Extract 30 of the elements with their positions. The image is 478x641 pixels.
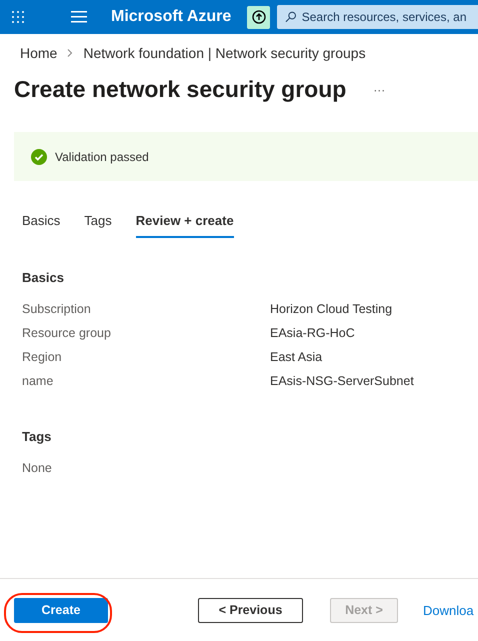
search-field[interactable]: Search resources, services, an <box>277 5 478 29</box>
breadcrumb-link[interactable]: Home <box>20 45 58 61</box>
tab[interactable]: Tags <box>84 213 112 238</box>
page-title: Create network security group <box>14 76 346 103</box>
field-label: Resource group <box>22 326 112 340</box>
section-heading: Tags <box>22 429 52 444</box>
menu-icon[interactable] <box>71 11 87 23</box>
download-link[interactable]: Downloa <box>423 602 474 618</box>
field-label: Subscription <box>22 302 92 316</box>
chevron-right-icon <box>67 49 74 57</box>
app-grid-icon[interactable] <box>12 11 24 23</box>
field-value: EAsis-NSG-ServerSubnet <box>270 374 414 388</box>
check-circle-icon <box>31 148 47 164</box>
nav-button[interactable]: < Previous <box>198 598 303 622</box>
field-value: EAsia-RG-HoC <box>270 326 355 340</box>
more-options[interactable]: ··· <box>373 82 386 96</box>
validation-message: Validation passed <box>55 150 149 164</box>
tab[interactable]: Review + create <box>136 213 234 238</box>
section-heading: Basics <box>22 270 65 285</box>
field-value: Horizon Cloud Testing <box>270 302 392 316</box>
create-button[interactable]: Create <box>14 598 108 622</box>
brand-title[interactable]: Microsoft Azure <box>111 8 232 26</box>
field-label: name <box>22 374 54 388</box>
field-label: Region <box>22 350 63 364</box>
field-value: East Asia <box>270 350 322 364</box>
field-label: None <box>22 461 53 475</box>
upgrade-button[interactable] <box>247 6 270 28</box>
breadcrumb-link[interactable]: Network foundation | Network security groups <box>83 45 366 61</box>
tab[interactable]: Basics <box>22 213 60 238</box>
search-icon <box>285 11 297 23</box>
